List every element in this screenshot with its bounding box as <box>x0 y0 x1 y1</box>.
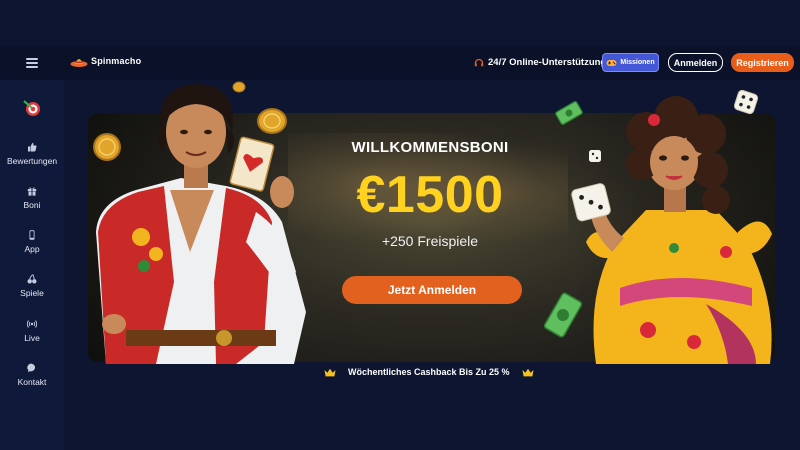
bonus-free-spins: +250 Freispiele <box>381 233 479 249</box>
gamepad-icon <box>606 59 617 66</box>
headset-icon <box>474 58 484 66</box>
sidebar-item-bonuses[interactable]: Boni <box>0 186 64 210</box>
logo-text: Spinmacho <box>91 56 142 66</box>
gold-coin-icon <box>257 108 287 134</box>
cherries-icon <box>27 274 37 284</box>
broadcast-icon <box>27 320 37 328</box>
register-now-button[interactable]: Jetzt Anmelden <box>342 276 522 304</box>
bonus-title: WILLKOMMENSBONI <box>351 139 509 156</box>
support-link[interactable]: 24/7 Online-Unterstützung <box>474 57 606 68</box>
sidebar-item-label: Kontakt <box>17 377 47 387</box>
chat-icon <box>27 363 36 373</box>
crown-icon <box>522 368 534 376</box>
crown-icon <box>324 368 336 376</box>
sidebar-item-live[interactable]: Live <box>0 319 64 343</box>
cash-bill-icon <box>555 101 583 125</box>
sidebar-item-games[interactable]: Spiele <box>0 274 64 298</box>
sidebar-item-label: App <box>24 244 40 254</box>
cashback-notice: Wöchentliches Cashback Bis Zu 25 % <box>324 367 534 377</box>
woman-character-illustration <box>571 96 772 364</box>
cash-bill-icon <box>543 292 583 338</box>
gold-coin-icon <box>93 133 121 161</box>
dice-icon <box>733 89 759 115</box>
header: Spinmacho 24/7 Online-Unterstützung Miss… <box>0 46 800 80</box>
gold-coin-icon <box>232 81 246 93</box>
sidebar-item-label: Spiele <box>20 288 44 298</box>
sidebar-item-reviews[interactable]: Bewertungen <box>0 142 64 166</box>
phone-icon <box>29 230 35 240</box>
bonus-amount: €1500 <box>356 166 504 224</box>
sidebar-item-contact[interactable]: Kontakt <box>0 363 64 387</box>
cashback-text: Wöchentliches Cashback Bis Zu 25 % <box>348 367 510 377</box>
target-dart-icon[interactable] <box>22 98 42 118</box>
sidebar-item-label: Live <box>24 333 40 343</box>
gift-icon <box>27 187 37 196</box>
thumbs-up-icon <box>28 142 37 152</box>
sidebar-item-label: Bewertungen <box>6 156 58 166</box>
missions-label: Missionen <box>620 59 655 66</box>
register-button[interactable]: Registrieren <box>731 53 794 72</box>
logo[interactable]: Spinmacho <box>70 54 141 68</box>
top-strip <box>0 0 800 46</box>
menu-icon[interactable] <box>26 58 38 68</box>
sidebar: Bewertungen Boni App Spiele Live Kontakt <box>0 80 64 450</box>
login-button[interactable]: Anmelden <box>668 53 723 72</box>
sidebar-item-label: Boni <box>23 200 41 210</box>
support-text: 24/7 Online-Unterstützung <box>488 57 607 68</box>
sombrero-icon <box>70 59 88 67</box>
sidebar-item-app[interactable]: App <box>0 230 64 254</box>
missions-button[interactable]: Missionen <box>602 53 659 72</box>
dice-icon <box>589 150 601 162</box>
